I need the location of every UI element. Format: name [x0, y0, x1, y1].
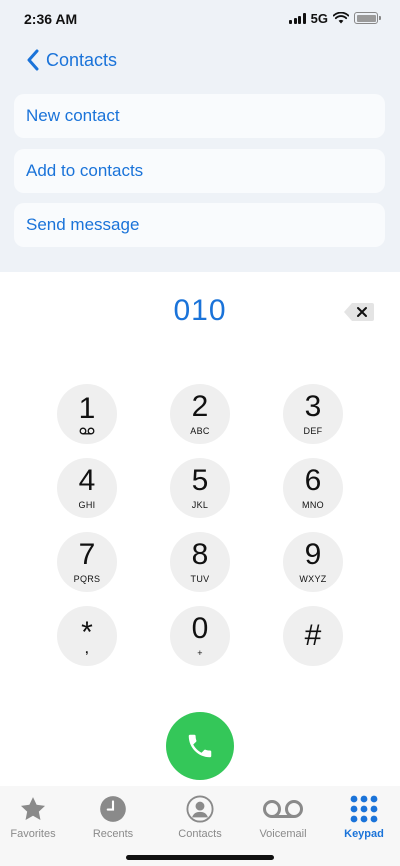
back-label: Contacts: [46, 49, 118, 70]
voicemail-small-icon: [79, 427, 95, 434]
person-icon: [184, 794, 216, 824]
key-star[interactable]: * ,: [57, 606, 117, 666]
key-digit: 0: [191, 612, 209, 645]
clock-icon: [97, 794, 129, 824]
tab-label: Keypad: [344, 828, 384, 840]
home-indicator[interactable]: [126, 855, 274, 860]
status-bar: 2:36 AM 5G: [0, 0, 400, 36]
wifi-icon: [333, 12, 349, 24]
key-letters: DEF: [303, 426, 323, 436]
key-8[interactable]: 8 TUV: [170, 532, 230, 592]
key-letters: GHI: [78, 500, 96, 510]
add-to-contacts-button[interactable]: Add to contacts: [14, 149, 385, 193]
key-0[interactable]: 0 +: [170, 606, 230, 666]
status-time: 2:36 AM: [24, 11, 78, 27]
key-9[interactable]: 9 WXYZ: [283, 532, 343, 592]
key-letters: MNO: [302, 500, 324, 510]
key-digit: #: [304, 619, 322, 652]
action-label: Send message: [26, 215, 140, 234]
key-letters: ABC: [190, 426, 210, 436]
voicemail-icon: [261, 794, 305, 824]
signal-icon: [289, 12, 306, 24]
star-icon: [17, 794, 49, 824]
key-digit: 9: [304, 538, 322, 571]
send-message-button[interactable]: Send message: [14, 203, 385, 247]
back-button[interactable]: Contacts: [26, 46, 117, 74]
key-letters: +: [197, 648, 203, 658]
tab-keypad[interactable]: Keypad: [324, 794, 400, 844]
key-4[interactable]: 4 GHI: [57, 458, 117, 518]
chevron-left-icon: [27, 49, 39, 71]
phone-icon: [188, 734, 212, 758]
keypad-icon: [348, 794, 380, 824]
key-digit: 7: [78, 538, 96, 571]
tab-label: Favorites: [10, 828, 56, 840]
key-2[interactable]: 2 ABC: [170, 384, 230, 444]
tab-label: Voicemail: [259, 828, 307, 840]
battery-icon: [354, 12, 381, 24]
key-digit: 2: [191, 390, 209, 423]
action-label: New contact: [26, 106, 120, 125]
key-letters: ,: [85, 642, 89, 656]
key-6[interactable]: 6 MNO: [283, 458, 343, 518]
key-digit: 4: [78, 464, 96, 497]
key-7[interactable]: 7 PQRS: [57, 532, 117, 592]
tab-contacts[interactable]: Contacts: [160, 794, 240, 844]
backspace-button[interactable]: [343, 302, 375, 322]
key-digit: 6: [304, 464, 322, 497]
backspace-icon: [344, 303, 374, 321]
tab-recents[interactable]: Recents: [73, 794, 153, 844]
key-5[interactable]: 5 JKL: [170, 458, 230, 518]
key-1[interactable]: 1: [57, 384, 117, 444]
new-contact-button[interactable]: New contact: [14, 94, 385, 138]
key-letters: TUV: [190, 574, 210, 584]
key-hash[interactable]: #: [283, 606, 343, 666]
action-label: Add to contacts: [26, 161, 144, 180]
key-digit: 1: [78, 391, 96, 425]
call-button[interactable]: [166, 712, 234, 780]
tab-label: Contacts: [178, 828, 222, 840]
key-letters: PQRS: [73, 574, 101, 584]
status-indicators: 5G: [289, 10, 381, 26]
tab-favorites[interactable]: Favorites: [0, 794, 73, 844]
tab-bar: Favorites Recents Contacts Voicemail Key…: [0, 786, 400, 866]
key-digit: 3: [304, 390, 322, 423]
tab-label: Recents: [92, 828, 134, 840]
tab-voicemail[interactable]: Voicemail: [243, 794, 323, 844]
key-letters: WXYZ: [299, 574, 327, 584]
network-label: 5G: [310, 10, 328, 26]
dialed-number: 010: [173, 294, 227, 327]
key-digit: 5: [191, 464, 209, 497]
key-3[interactable]: 3 DEF: [283, 384, 343, 444]
key-letters: JKL: [191, 500, 209, 510]
key-digit: 8: [191, 538, 209, 571]
